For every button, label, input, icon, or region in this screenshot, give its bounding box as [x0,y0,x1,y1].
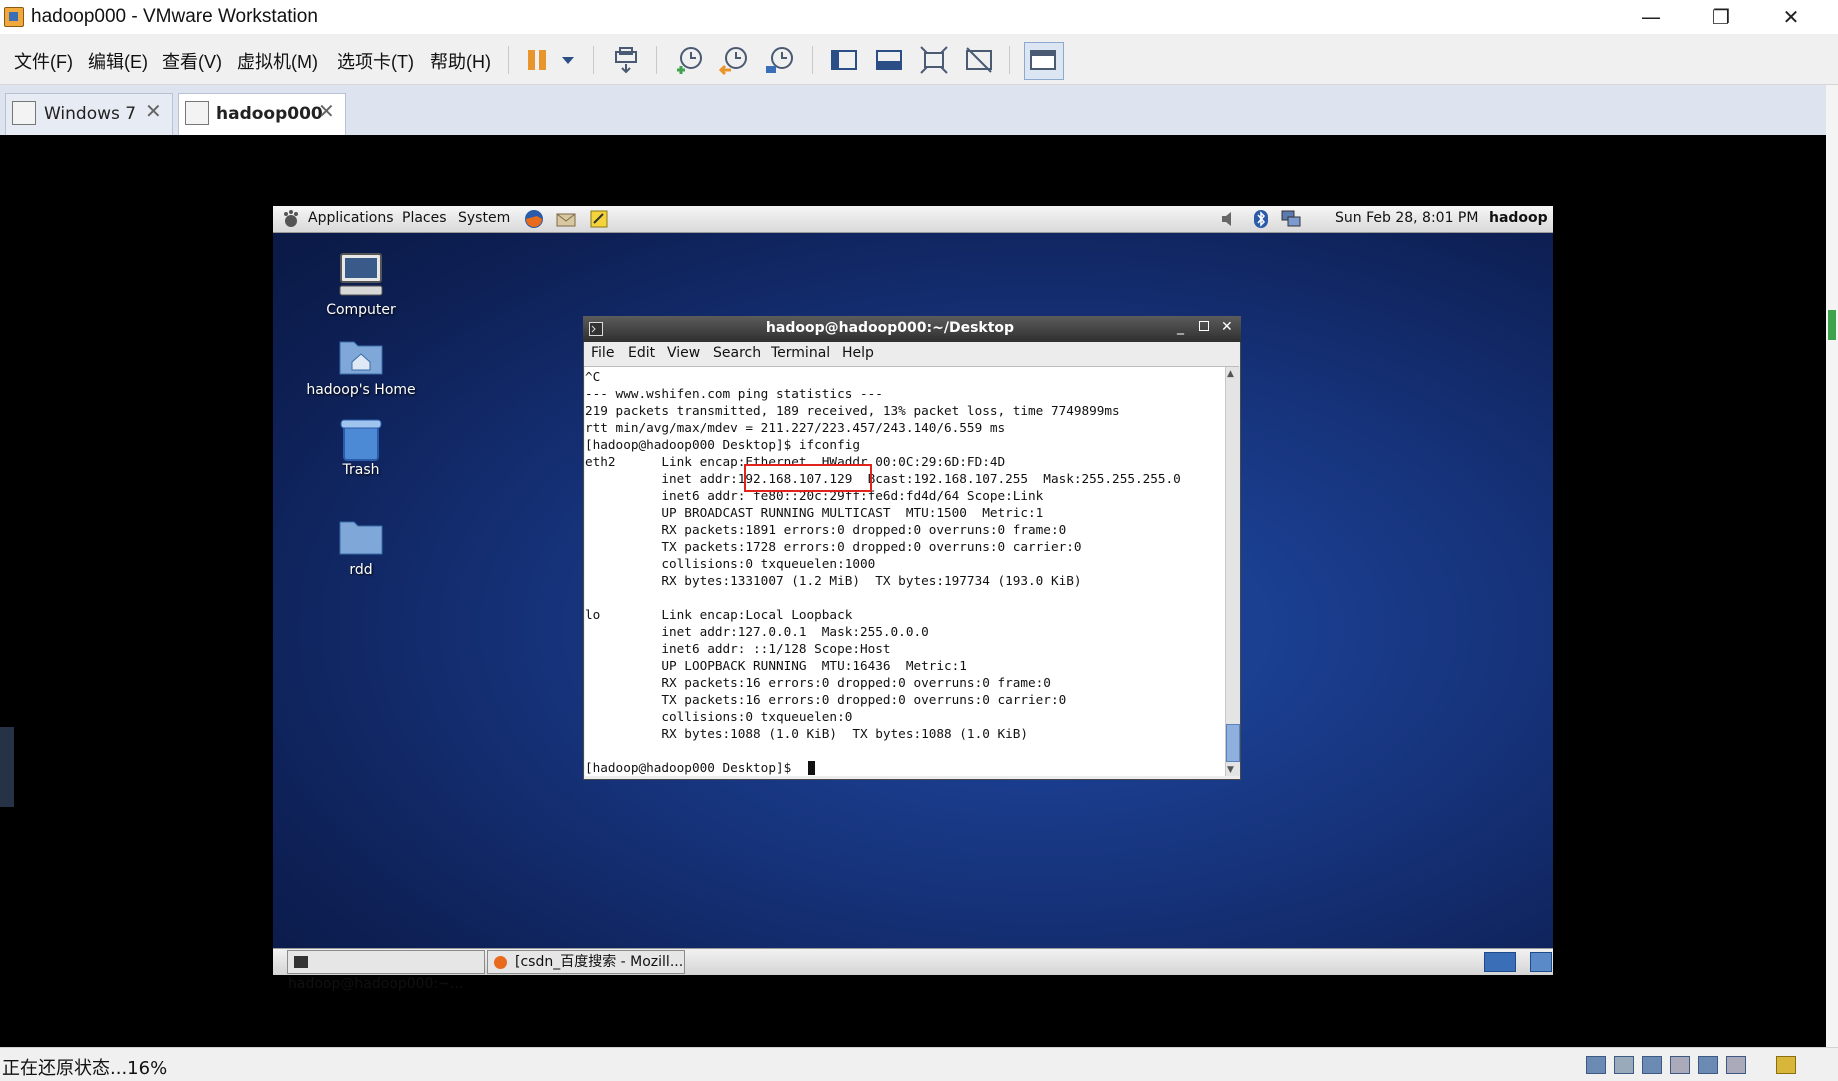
firefox-icon [494,955,507,969]
workspace-switcher-icon[interactable] [1530,952,1552,972]
network-adapter-icon[interactable] [1642,1056,1662,1074]
terminal-menu-view[interactable]: View [667,345,700,361]
network-icon[interactable] [1280,209,1302,229]
toolbar-separator [593,46,594,74]
status-bar [0,1047,1838,1081]
vmware-app-icon [4,7,24,27]
close-tab-icon[interactable]: ✕ [145,99,162,123]
show-desktop-icon[interactable] [1484,952,1516,972]
desktop-icon-label[interactable]: Computer [291,302,431,318]
terminal-menu-help[interactable]: Help [842,345,874,361]
tab-label[interactable]: Windows 7 [44,104,136,124]
right-scrollbar[interactable] [1826,85,1838,1047]
terminal-menu-file[interactable]: File [591,345,614,361]
tab-label[interactable]: hadoop000 [216,104,323,124]
terminal-close-button[interactable]: ✕ [1221,319,1233,335]
side-handle[interactable] [0,727,14,807]
vm-tab-icon [12,101,36,125]
menu-edit[interactable]: 编辑(E) [88,48,148,74]
unity-icon[interactable] [963,44,995,76]
toolbar-separator [812,46,813,74]
scroll-down-icon[interactable]: ▼ [1227,765,1234,775]
firefox-icon[interactable] [523,208,545,230]
restore-button[interactable]: ❐ [1686,0,1756,34]
terminal-scroll-thumb[interactable] [1226,724,1240,762]
message-icon[interactable] [1776,1056,1796,1074]
terminal-title: hadoop@hadoop000:~/Desktop [765,320,1015,336]
terminal-scrollbar[interactable] [1225,367,1240,776]
cd-icon[interactable] [1614,1056,1634,1074]
menu-view[interactable]: 查看(V) [162,48,222,74]
send-keys-icon[interactable] [610,44,642,76]
panel-menu-places[interactable]: Places [402,210,447,226]
window-title: hadoop000 - VMware Workstation [31,6,318,27]
menu-file[interactable]: 文件(F) [14,48,73,74]
pause-icon[interactable] [522,44,554,76]
menu-vm[interactable]: 虚拟机(M) [237,48,318,74]
desktop-icon-label[interactable]: hadoop's Home [291,382,431,398]
volume-icon[interactable] [1220,210,1236,228]
bluetooth-icon[interactable] [1253,209,1269,229]
notes-icon[interactable] [589,209,609,229]
status-text: 正在还原状态...16% [2,1058,168,1079]
scroll-indicator [1828,310,1836,340]
computer-icon[interactable] [336,252,386,298]
scroll-up-icon[interactable]: ▲ [1227,369,1234,379]
library-icon[interactable] [1027,44,1059,76]
desktop-icon-label[interactable]: Trash [291,462,431,478]
panel-user[interactable]: hadoop [1489,210,1548,226]
fullscreen-icon[interactable] [918,44,950,76]
desktop-icon-label[interactable]: rdd [291,562,431,578]
terminal-menu-search[interactable]: Search [713,345,761,361]
trash-icon[interactable] [338,416,384,462]
terminal-minimize-button[interactable]: _ [1177,319,1184,335]
menu-help[interactable]: 帮助(H) [430,48,491,74]
minimize-button[interactable]: — [1616,0,1686,34]
toolbar-separator [1009,46,1010,74]
panel-clock[interactable]: Sun Feb 28, 8:01 PM [1335,210,1478,226]
toolbar-separator [508,46,509,74]
dropdown-icon[interactable] [556,44,580,76]
vm-tab-icon [185,101,209,125]
menu-tabs[interactable]: 选项卡(T) [337,48,414,74]
panel-menu-system[interactable]: System [458,210,510,226]
terminal-cursor [808,761,815,775]
terminal-menu-edit[interactable]: Edit [628,345,655,361]
gnome-foot-icon[interactable] [281,209,301,229]
terminal-menu-terminal[interactable]: Terminal [771,345,830,361]
taskbar-label: [csdn_百度搜索 - Mozill... [515,954,684,970]
taskbar-item-firefox[interactable]: [csdn_百度搜索 - Mozill... [487,950,685,974]
close-tab-icon[interactable]: ✕ [318,99,335,123]
terminal-maximize-button[interactable] [1199,321,1209,331]
terminal-output[interactable]: ^C --- www.wshifen.com ping statistics -… [585,368,1225,776]
folder-icon[interactable] [338,516,384,556]
usb-icon[interactable] [1670,1056,1690,1074]
taskbar-item-terminal[interactable]: hadoop@hadoop000:~... [287,950,485,992]
panel-menu-applications[interactable]: Applications [308,210,394,226]
thumbnail-view-icon[interactable] [873,44,905,76]
snapshot-manager-icon[interactable] [764,44,796,76]
snapshot-revert-icon[interactable] [718,44,750,76]
snapshot-take-icon[interactable] [673,44,705,76]
console-view-icon[interactable] [828,44,860,76]
hdd-icon[interactable] [1586,1056,1606,1074]
ip-highlight-box [744,464,872,492]
sound-icon[interactable] [1698,1056,1718,1074]
terminal-icon [294,956,308,968]
printer-icon[interactable] [1726,1056,1746,1074]
close-button[interactable]: ✕ [1756,0,1826,34]
toolbar-separator [656,46,657,74]
taskbar-label: hadoop@hadoop000:~... [288,976,464,992]
home-folder-icon[interactable] [338,336,384,376]
mail-icon[interactable] [555,209,577,229]
